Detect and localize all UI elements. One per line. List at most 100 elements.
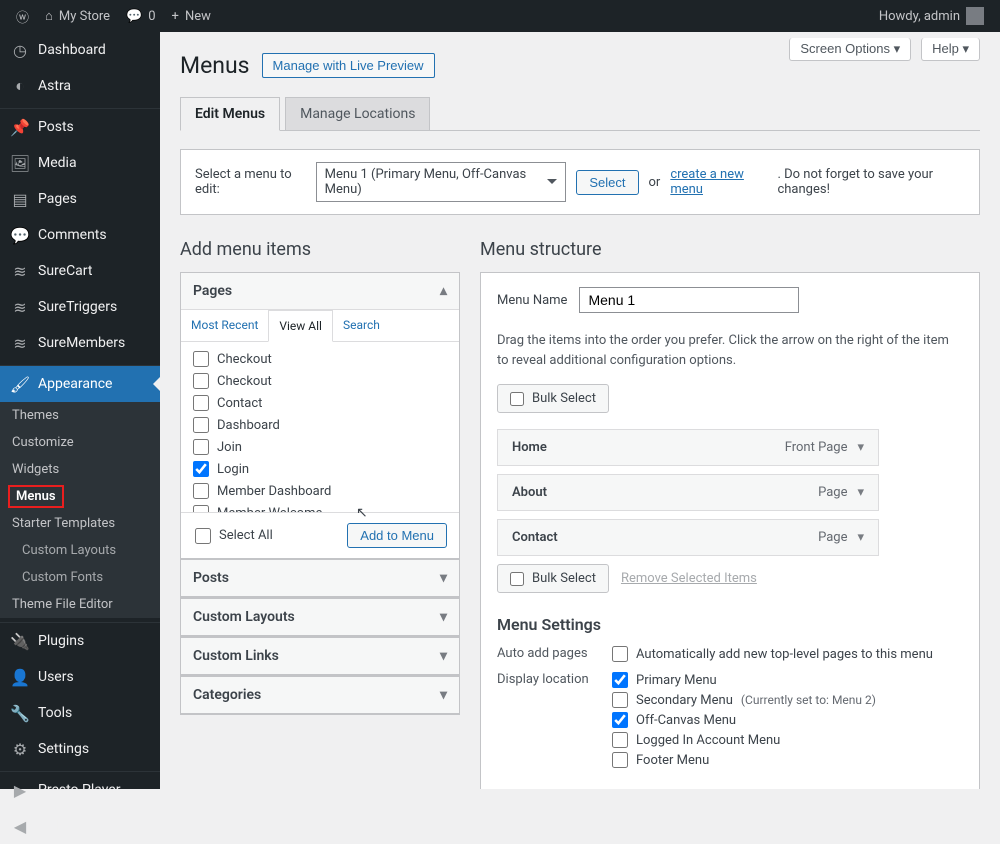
menu-frame: Menu Name Drag the items into the order … — [480, 272, 980, 789]
posts-accordion-head[interactable]: Posts▾ — [181, 560, 459, 597]
sidebar-item-astra[interactable]: ◐Astra — [0, 68, 160, 104]
sidebar-item-settings[interactable]: ⚙Settings — [0, 731, 160, 767]
page-checkbox[interactable] — [193, 461, 209, 477]
location-secondary-menu[interactable]: Secondary Menu(Currently set to: Menu 2) — [612, 690, 963, 710]
select-all[interactable]: Select All — [193, 525, 275, 547]
sub-widgets[interactable]: Widgets — [0, 456, 160, 483]
pages-list[interactable]: CheckoutCheckoutContactDashboardJoinLogi… — [181, 342, 459, 512]
categories-accordion-head[interactable]: Categories▾ — [181, 677, 459, 714]
howdy-user[interactable]: Howdy, admin — [871, 0, 992, 32]
chevron-down-icon[interactable]: ▾ — [857, 485, 864, 500]
menu-item-home[interactable]: HomeFront Page▾ — [497, 429, 879, 466]
sub-customize[interactable]: Customize — [0, 429, 160, 456]
sidebar-item-users[interactable]: 👤Users — [0, 659, 160, 695]
wp-logo[interactable]: ⓦ — [8, 0, 37, 32]
page-checkbox[interactable] — [193, 417, 209, 433]
pages-tab-recent[interactable]: Most Recent — [181, 310, 268, 341]
remove-selected-link[interactable]: Remove Selected Items — [621, 571, 757, 586]
pages-accordion-head[interactable]: Pages ▴ — [181, 273, 459, 310]
tab-edit-menus[interactable]: Edit Menus — [180, 97, 280, 131]
chevron-down-icon: ▾ — [440, 570, 447, 586]
auto-add-label: Auto add pages — [497, 644, 612, 664]
sidebar-item-tools[interactable]: 🔧Tools — [0, 695, 160, 731]
sub-theme-file-editor[interactable]: Theme File Editor — [0, 591, 160, 618]
sub-themes[interactable]: Themes — [0, 402, 160, 429]
help-button[interactable]: Help ▾ — [921, 38, 980, 61]
bulk-select-checkbox[interactable] — [510, 392, 524, 406]
sidebar-item-plugins[interactable]: 🔌Plugins — [0, 623, 160, 659]
sidebar-item-comments[interactable]: 💬Comments — [0, 217, 160, 253]
sidebar-item-media[interactable]: 🖼Media — [0, 145, 160, 181]
page-checkbox-member-welcome[interactable]: Member Welcome — [191, 502, 449, 512]
auto-add-checkbox[interactable] — [612, 646, 628, 662]
pages-tab-search[interactable]: Search — [333, 310, 390, 341]
page-checkbox[interactable] — [193, 505, 209, 512]
page-checkbox[interactable] — [193, 395, 209, 411]
sidebar-item-suretriggers[interactable]: ≋SureTriggers — [0, 289, 160, 325]
select-all-checkbox[interactable] — [195, 528, 211, 544]
menu-dropdown[interactable]: Menu 1 (Primary Menu, Off-Canvas Menu) — [316, 162, 567, 202]
location-footer-menu[interactable]: Footer Menu — [612, 750, 963, 770]
tab-manage-locations[interactable]: Manage Locations — [285, 97, 430, 130]
menu-item-about[interactable]: AboutPage▾ — [497, 474, 879, 511]
page-checkbox-checkout[interactable]: Checkout — [191, 348, 449, 370]
location-off-canvas-menu[interactable]: Off-Canvas Menu — [612, 710, 963, 730]
appearance-submenu: Themes Customize Widgets Menus Starter T… — [0, 402, 160, 618]
custom-links-accordion-head[interactable]: Custom Links▾ — [181, 638, 459, 675]
location-checkbox[interactable] — [612, 712, 628, 728]
comments-link[interactable]: 💬0 — [118, 0, 164, 32]
chevron-down-icon: ▾ — [440, 648, 447, 664]
location-logged-in-account-menu[interactable]: Logged In Account Menu — [612, 730, 963, 750]
sub-menus[interactable]: Menus — [8, 485, 64, 508]
pages-tab-viewall[interactable]: View All — [268, 310, 333, 342]
bulk-select-top[interactable]: Bulk Select — [497, 384, 609, 413]
custom-layouts-accordion-head[interactable]: Custom Layouts▾ — [181, 599, 459, 636]
auto-add-option[interactable]: Automatically add new top-level pages to… — [612, 644, 963, 664]
select-button[interactable]: Select — [576, 170, 638, 195]
page-checkbox[interactable] — [193, 351, 209, 367]
sub-starter-templates[interactable]: Starter Templates — [0, 510, 160, 537]
location-checkbox[interactable] — [612, 752, 628, 768]
page-checkbox[interactable] — [193, 373, 209, 389]
sidebar-item-surecart[interactable]: ≋SureCart — [0, 253, 160, 289]
sub-custom-fonts[interactable]: Custom Fonts — [0, 564, 160, 591]
astra-icon: ◐ — [10, 76, 30, 96]
sidebar-item-pages[interactable]: ▤Pages — [0, 181, 160, 217]
menu-item-contact[interactable]: ContactPage▾ — [497, 519, 879, 556]
sub-custom-layouts[interactable]: Custom Layouts — [0, 537, 160, 564]
chevron-down-icon[interactable]: ▾ — [857, 440, 864, 455]
surecart-icon: ≋ — [10, 261, 30, 281]
sidebar-item-presto[interactable]: ▶Presto Player — [0, 772, 160, 808]
bulk-select-bottom[interactable]: Bulk Select — [497, 564, 609, 593]
location-checkbox[interactable] — [612, 672, 628, 688]
sidebar-item-appearance[interactable]: 🖌Appearance — [0, 366, 160, 402]
sidebar-item-suremembers[interactable]: ≋SureMembers — [0, 325, 160, 361]
page-checkbox-login[interactable]: Login — [191, 458, 449, 480]
site-link[interactable]: ⌂My Store — [37, 0, 118, 32]
chevron-down-icon[interactable]: ▾ — [857, 530, 864, 545]
new-content[interactable]: +New — [164, 0, 219, 32]
page-checkbox-join[interactable]: Join — [191, 436, 449, 458]
add-menu-items-heading: Add menu items — [180, 239, 460, 260]
menu-name-input[interactable] — [579, 287, 799, 313]
page-checkbox-contact[interactable]: Contact — [191, 392, 449, 414]
manage-live-preview-button[interactable]: Manage with Live Preview — [262, 53, 435, 78]
page-checkbox-dashboard[interactable]: Dashboard — [191, 414, 449, 436]
sidebar-collapse[interactable]: ◀Collapse menu — [0, 808, 160, 844]
sidebar-item-dashboard[interactable]: ◷Dashboard — [0, 32, 160, 68]
location-checkbox[interactable] — [612, 692, 628, 708]
sidebar-item-posts[interactable]: 📌Posts — [0, 109, 160, 145]
display-locations: Primary MenuSecondary Menu(Currently set… — [612, 670, 963, 770]
page-checkbox[interactable] — [193, 439, 209, 455]
create-new-menu-link[interactable]: create a new menu — [670, 167, 767, 197]
reminder-text: . Do not forget to save your changes! — [777, 167, 965, 197]
bulk-select-checkbox-2[interactable] — [510, 572, 524, 586]
page-checkbox-member-dashboard[interactable]: Member Dashboard — [191, 480, 449, 502]
drag-hint: Drag the items into the order you prefer… — [497, 331, 963, 370]
location-checkbox[interactable] — [612, 732, 628, 748]
page-checkbox[interactable] — [193, 483, 209, 499]
add-to-menu-button[interactable]: Add to Menu — [347, 523, 447, 548]
screen-options-button[interactable]: Screen Options ▾ — [789, 38, 911, 61]
page-checkbox-checkout[interactable]: Checkout — [191, 370, 449, 392]
location-primary-menu[interactable]: Primary Menu — [612, 670, 963, 690]
